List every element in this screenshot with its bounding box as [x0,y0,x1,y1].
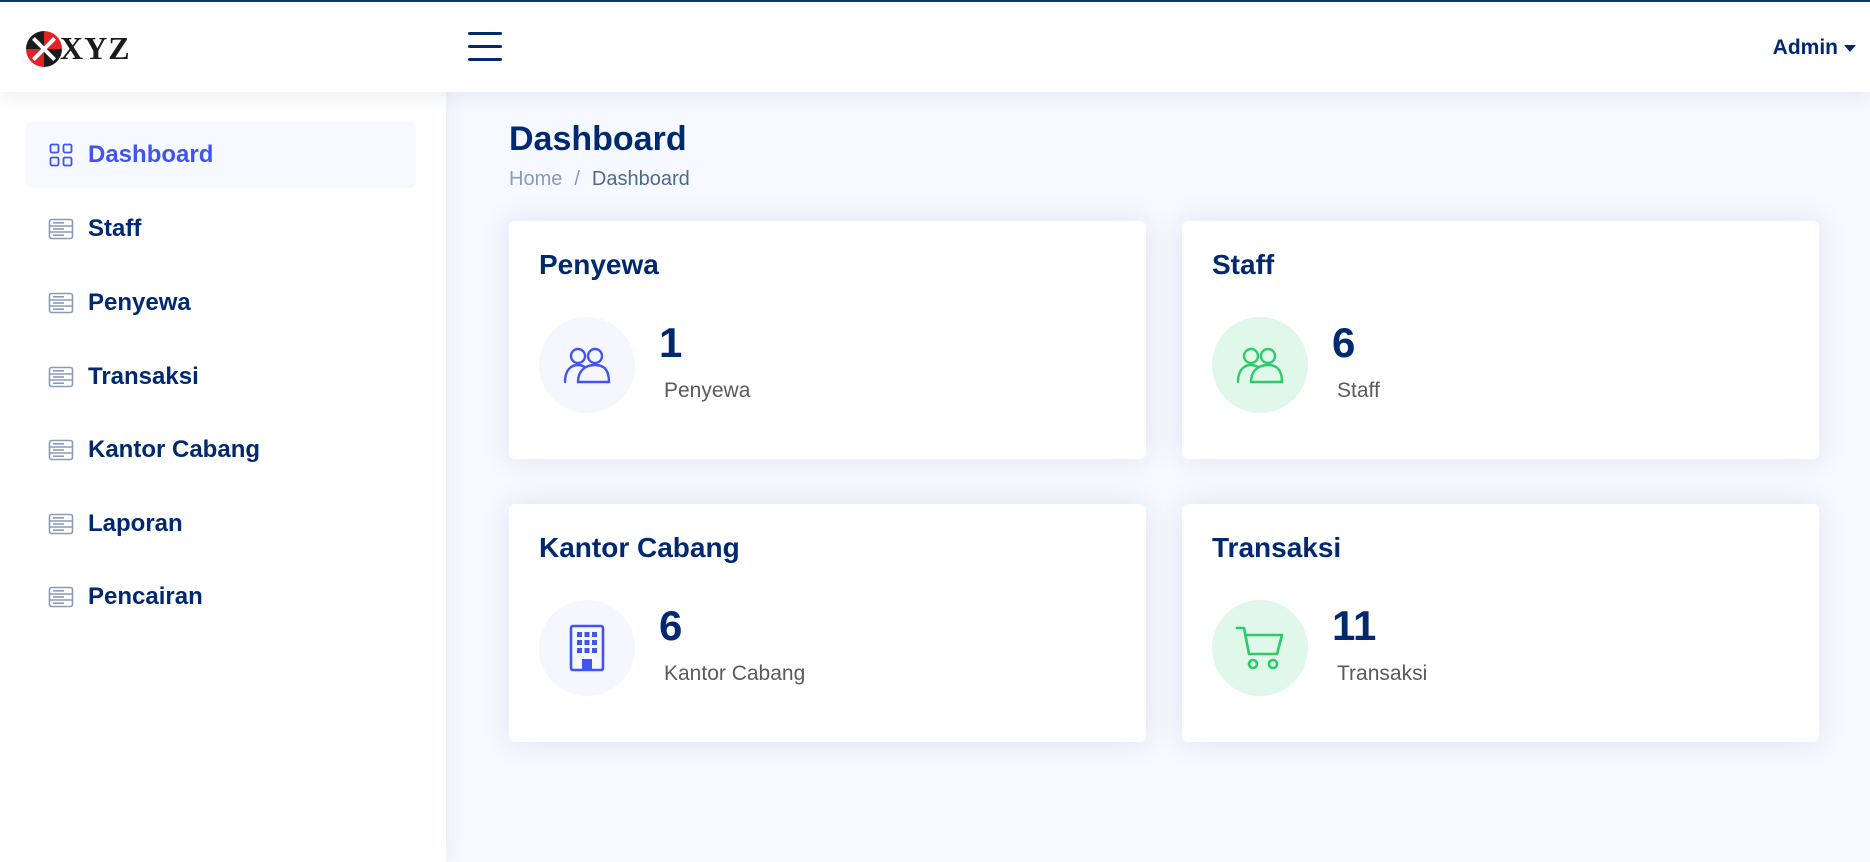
sidebar-item-laporan[interactable]: Laporan [26,491,416,557]
sidebar-item-transaksi[interactable]: Transaksi [26,344,416,410]
sidebar-item-label: Pencairan [88,583,203,610]
logo-mark-icon [26,30,62,67]
user-menu-button[interactable]: Admin [1773,36,1856,60]
sidebar-item-staff[interactable]: Staff [26,196,416,262]
card-title: Staff [1212,249,1275,280]
people-icon [539,317,635,413]
card-title: Penyewa [539,249,659,280]
card-value: 6 [1332,319,1356,366]
cart-icon [1212,600,1308,696]
stat-card-staff: Staff 6 Staff [1182,221,1819,459]
grid-icon [48,142,74,168]
card-label: Staff [1337,379,1380,402]
hamburger-icon-line [468,58,502,61]
stat-card-kantor-cabang: Kantor Cabang 6 Kantor Cabang [509,504,1146,742]
card-value: 1 [659,319,683,366]
menu-list-icon [48,437,74,463]
menu-list-icon [48,584,74,610]
page-title: Dashboard [509,120,687,158]
caret-down-icon [1844,44,1856,52]
top-border [0,0,1870,2]
breadcrumb: Home / Dashboard [509,168,690,191]
building-icon [539,600,635,696]
breadcrumb-home-link[interactable]: Home [509,168,562,191]
menu-list-icon [48,290,74,316]
sidebar-item-dashboard[interactable]: Dashboard [26,122,416,188]
sidebar-item-label: Laporan [88,510,183,537]
menu-list-icon [48,364,74,390]
card-value: 11 [1332,602,1377,649]
card-title: Kantor Cabang [539,532,740,563]
top-header: XYZ Admin [0,2,1870,92]
hamburger-icon-line [468,32,502,35]
sidebar-item-label: Staff [88,215,142,242]
card-label: Kantor Cabang [664,662,806,685]
main-content: Dashboard Home / Dashboard Penyewa 1 Pen… [446,92,1870,862]
brand-logo[interactable]: XYZ [26,30,131,67]
people-icon [1212,317,1308,413]
breadcrumb-current: Dashboard [591,168,690,190]
sidebar-item-label: Dashboard [88,141,214,168]
card-label: Transaksi [1337,662,1428,685]
stat-card-transaksi: Transaksi 11 Transaksi [1182,504,1819,742]
stat-card-penyewa: Penyewa 1 Penyewa [509,221,1146,459]
breadcrumb-separator: / [574,168,580,190]
sidebar-item-label: Kantor Cabang [88,436,261,463]
card-title: Transaksi [1212,532,1342,563]
sidebar-toggle-button[interactable] [468,32,502,62]
logo-text: XYZ [60,30,131,66]
menu-list-icon [48,216,74,242]
card-value: 6 [659,602,683,649]
hamburger-icon-line [468,45,502,48]
card-label: Penyewa [664,379,751,402]
sidebar-item-kantor-cabang[interactable]: Kantor Cabang [26,417,416,483]
sidebar-item-pencairan[interactable]: Pencairan [26,564,416,630]
sidebar-item-label: Transaksi [88,363,199,390]
menu-list-icon [48,511,74,537]
user-menu-label: Admin [1772,36,1838,59]
sidebar-item-penyewa[interactable]: Penyewa [26,270,416,336]
sidebar: Dashboard Staff Penyewa Transaksi Kantor… [0,92,446,862]
sidebar-item-label: Penyewa [88,289,191,316]
